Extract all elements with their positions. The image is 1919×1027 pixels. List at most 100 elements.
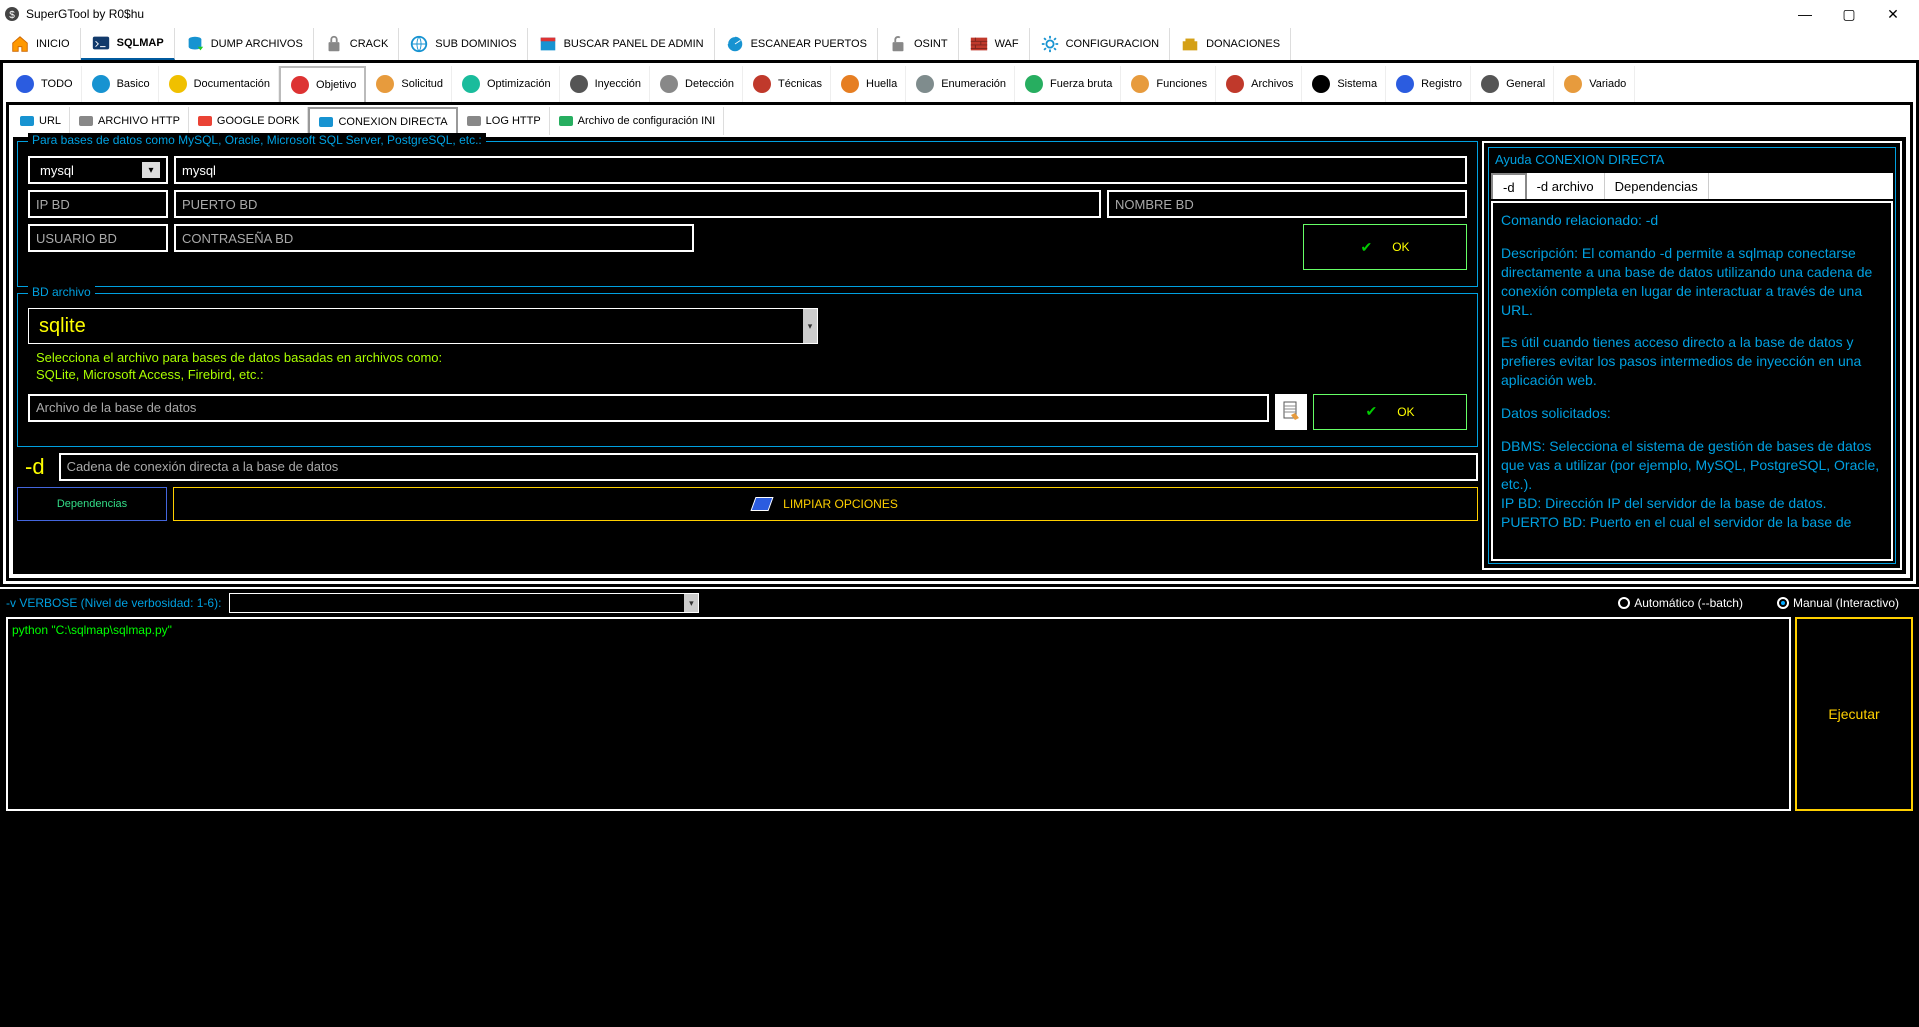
toolbar-fuerza[interactable]: Fuerza bruta bbox=[1015, 66, 1121, 102]
sistema-icon bbox=[1310, 73, 1332, 95]
general-icon bbox=[1479, 73, 1501, 95]
help-tab-0[interactable]: -d bbox=[1491, 173, 1527, 199]
minimize-button[interactable]: — bbox=[1783, 0, 1827, 28]
verbose-bar: -v VERBOSE (Nivel de verbosidad: 1-6): ▾… bbox=[0, 587, 1919, 617]
nombre-bd-input[interactable] bbox=[1107, 190, 1467, 218]
toolbar-doc[interactable]: Documentación bbox=[159, 66, 279, 102]
svg-text:$: $ bbox=[9, 10, 15, 21]
help-tab-1[interactable]: -d archivo bbox=[1527, 173, 1605, 199]
ejecutar-button[interactable]: Ejecutar bbox=[1795, 617, 1913, 811]
main-tab-scan[interactable]: ESCANEAR PUERTOS bbox=[715, 28, 878, 60]
main-tab-inicio[interactable]: INICIO bbox=[0, 28, 81, 60]
file-help-text: Selecciona el archivo para bases de dato… bbox=[36, 350, 1467, 384]
main-tab-subdom[interactable]: SUB DOMINIOS bbox=[399, 28, 527, 60]
main-tab-crack[interactable]: CRACK bbox=[314, 28, 400, 60]
close-button[interactable]: ✕ bbox=[1871, 0, 1915, 28]
subtab-loghttp[interactable]: LOG HTTP bbox=[458, 107, 550, 135]
main-tab-osint[interactable]: OSINT bbox=[878, 28, 959, 60]
subtab-conexion[interactable]: CONEXION DIRECTA bbox=[308, 107, 457, 135]
conexion-icon bbox=[318, 114, 334, 130]
radio-auto[interactable]: Automático (--batch) bbox=[1618, 596, 1743, 610]
chevron-down-icon: ▾ bbox=[803, 309, 817, 343]
loghttp-icon bbox=[466, 113, 482, 129]
ahttp-icon bbox=[78, 113, 94, 129]
toolbar-deteccion[interactable]: Detección bbox=[650, 66, 743, 102]
gdork-icon bbox=[197, 113, 213, 129]
variado-icon bbox=[1562, 73, 1584, 95]
limpiar-opciones-button[interactable]: LIMPIAR OPCIONES bbox=[173, 487, 1478, 521]
subtab-ini[interactable]: Archivo de configuración INI bbox=[550, 107, 725, 135]
toolbar-inyeccion[interactable]: Inyección bbox=[560, 66, 650, 102]
verbose-combo[interactable]: ▾ bbox=[229, 593, 699, 613]
main-tab-dump[interactable]: DUMP ARCHIVOS bbox=[175, 28, 314, 60]
toolbar-basico[interactable]: Basico bbox=[82, 66, 159, 102]
main-tab-waf[interactable]: WAF bbox=[959, 28, 1030, 60]
help-tabs: -d-d archivoDependencias bbox=[1491, 173, 1893, 199]
dbms-input[interactable] bbox=[174, 156, 1467, 184]
basico-icon bbox=[90, 73, 112, 95]
connection-string-input[interactable] bbox=[59, 453, 1478, 481]
window-title: SuperGTool by R0$hu bbox=[26, 7, 1783, 21]
panel-icon bbox=[538, 34, 558, 54]
radio-icon bbox=[1618, 597, 1630, 609]
ok-server-button[interactable]: ✔ OK bbox=[1303, 224, 1467, 270]
deteccion-icon bbox=[658, 73, 680, 95]
toolbar-archivos[interactable]: Archivos bbox=[1216, 66, 1302, 102]
chevron-down-icon: ▾ bbox=[684, 594, 698, 612]
toolbar-solicitud[interactable]: Solicitud bbox=[366, 66, 452, 102]
browse-file-button[interactable] bbox=[1275, 394, 1307, 430]
help-title: Ayuda CONEXION DIRECTA bbox=[1491, 150, 1893, 173]
funciones-icon bbox=[1129, 73, 1151, 95]
check-icon: ✔ bbox=[1365, 403, 1377, 420]
password-bd-input[interactable] bbox=[174, 224, 694, 252]
toolbar-general[interactable]: General bbox=[1471, 66, 1554, 102]
unlock-icon bbox=[888, 34, 908, 54]
objetivo-icon bbox=[289, 74, 311, 96]
main-tab-sqlmap[interactable]: SQLMAP bbox=[81, 28, 175, 60]
archivos-icon bbox=[1224, 73, 1246, 95]
dbms-combo[interactable]: mysql ▾ bbox=[28, 156, 168, 184]
db-file-path-input[interactable] bbox=[28, 394, 1269, 422]
solicitud-icon bbox=[374, 73, 396, 95]
verbose-label: -v VERBOSE (Nivel de verbosidad: 1-6): bbox=[6, 596, 221, 610]
toolbar-registro[interactable]: Registro bbox=[1386, 66, 1471, 102]
toolbar-sistema[interactable]: Sistema bbox=[1302, 66, 1386, 102]
main-tab-admin[interactable]: BUSCAR PANEL DE ADMIN bbox=[528, 28, 715, 60]
subtab-ahttp[interactable]: ARCHIVO HTTP bbox=[70, 107, 189, 135]
dependencias-button[interactable]: Dependencias bbox=[17, 487, 167, 521]
toolbar-todo[interactable]: TODO bbox=[6, 66, 82, 102]
terminal-icon bbox=[91, 33, 111, 53]
toolbar-tecnicas[interactable]: Técnicas bbox=[743, 66, 831, 102]
help-panel: Ayuda CONEXION DIRECTA -d-d archivoDepen… bbox=[1482, 141, 1902, 570]
file-dbms-combo[interactable]: sqlite ▾ bbox=[28, 308, 818, 344]
radio-manual[interactable]: Manual (Interactivo) bbox=[1777, 596, 1899, 610]
scan-icon bbox=[725, 34, 745, 54]
maximize-button[interactable]: ▢ bbox=[1827, 0, 1871, 28]
toolbar-funciones[interactable]: Funciones bbox=[1121, 66, 1216, 102]
fuerza-icon bbox=[1023, 73, 1045, 95]
dump-icon bbox=[185, 34, 205, 54]
toolbar-objetivo[interactable]: Objetivo bbox=[279, 66, 366, 102]
subtab-gdork[interactable]: GOOGLE DORK bbox=[189, 107, 309, 135]
objective-subtabs: URLARCHIVO HTTPGOOGLE DORKCONEXION DIREC… bbox=[11, 107, 1908, 135]
main-tab-donate[interactable]: DONACIONES bbox=[1170, 28, 1291, 60]
enum-icon bbox=[914, 73, 936, 95]
app-logo-icon: $ bbox=[4, 6, 20, 22]
toolbar-enum[interactable]: Enumeración bbox=[906, 66, 1015, 102]
ip-bd-input[interactable] bbox=[28, 190, 168, 218]
help-tab-2[interactable]: Dependencias bbox=[1605, 173, 1709, 199]
usuario-bd-input[interactable] bbox=[28, 224, 168, 252]
main-tab-config[interactable]: CONFIGURACION bbox=[1030, 28, 1171, 60]
huella-icon bbox=[839, 73, 861, 95]
db-server-group: Para bases de datos como MySQL, Oracle, … bbox=[17, 141, 1478, 287]
toolbar-opt[interactable]: Optimización bbox=[452, 66, 560, 102]
puerto-bd-input[interactable] bbox=[174, 190, 1101, 218]
help-body: Comando relacionado: -d Descripción: El … bbox=[1491, 201, 1893, 561]
inyeccion-icon bbox=[568, 73, 590, 95]
toolbar-variado[interactable]: Variado bbox=[1554, 66, 1635, 102]
donate-icon bbox=[1180, 34, 1200, 54]
todo-icon bbox=[14, 73, 36, 95]
toolbar-huella[interactable]: Huella bbox=[831, 66, 906, 102]
subtab-url[interactable]: URL bbox=[11, 107, 70, 135]
ok-file-button[interactable]: ✔ OK bbox=[1313, 394, 1467, 430]
